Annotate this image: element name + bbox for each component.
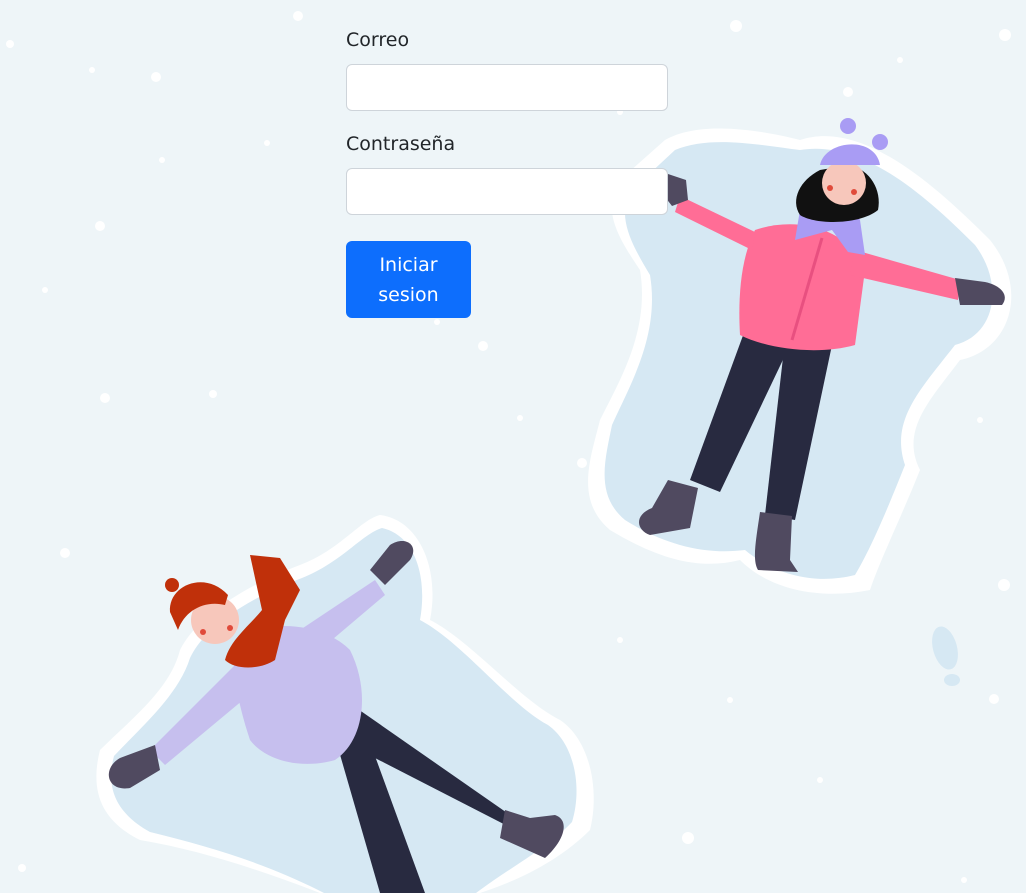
password-field[interactable] — [346, 168, 668, 215]
password-label: Contraseña — [346, 133, 456, 155]
footprint-icon — [932, 626, 960, 686]
boy-snow-angel — [96, 515, 594, 893]
email-label: Correo — [346, 29, 410, 51]
login-form: Correo Contraseña Iniciar sesion — [346, 28, 668, 318]
login-button[interactable]: Iniciar sesion — [346, 241, 471, 318]
email-field[interactable] — [346, 64, 668, 111]
